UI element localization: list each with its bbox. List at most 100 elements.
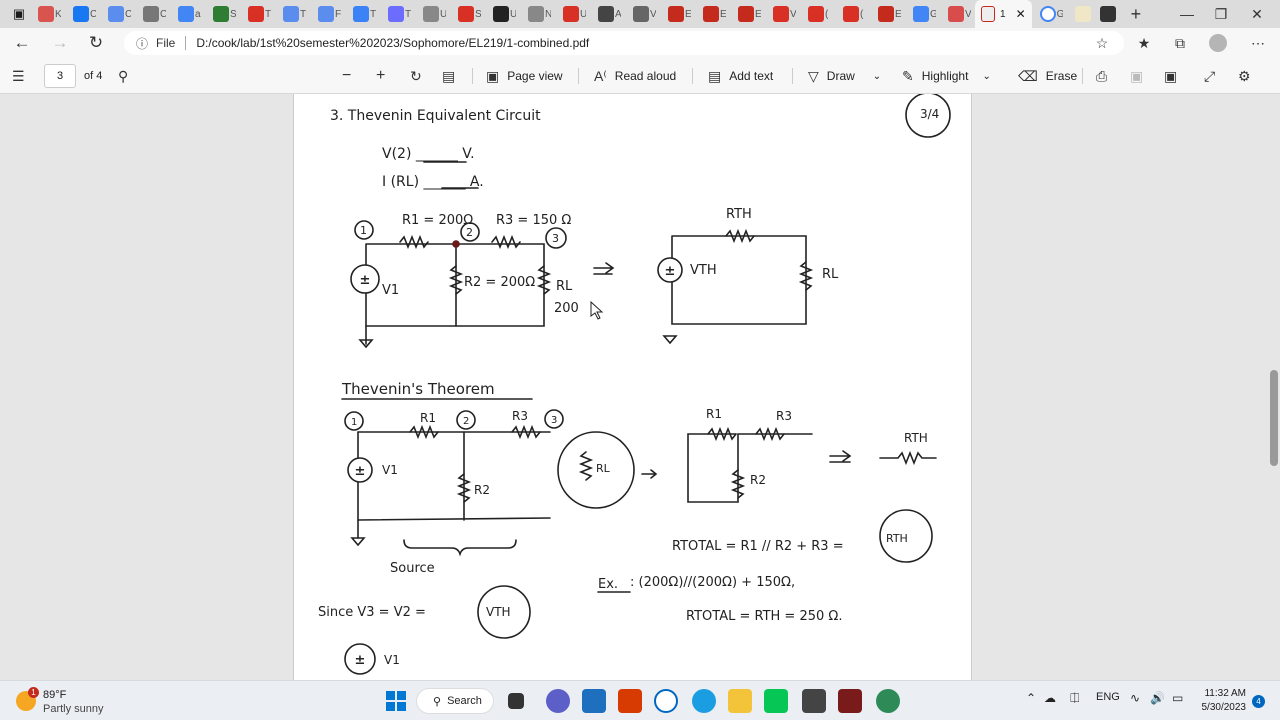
read-aloud-button[interactable]: A⁽ Read aloud xyxy=(594,64,676,88)
page-number: 3 xyxy=(56,70,64,82)
browser-tab[interactable]: K xyxy=(30,0,65,28)
browser-tab[interactable]: C xyxy=(65,0,100,28)
scrollbar-thumb[interactable] xyxy=(1270,370,1278,466)
store-icon[interactable] xyxy=(582,689,606,713)
add-text-button[interactable]: ▤ Add text xyxy=(708,64,773,88)
rotate-icon[interactable]: ↻ xyxy=(410,64,422,88)
fit-page-icon[interactable]: ▤ xyxy=(442,64,455,88)
rl-label: RL xyxy=(556,279,573,294)
globe-app-icon[interactable] xyxy=(876,689,900,713)
profile-avatar[interactable] xyxy=(1206,32,1230,54)
close-tab-icon[interactable]: ✕ xyxy=(1016,7,1026,21)
notification-badge[interactable]: 4 xyxy=(1252,695,1265,708)
page-view-button[interactable]: ▣ Page view xyxy=(486,64,563,88)
chevron-down-icon[interactable]: ⌄ xyxy=(873,71,881,82)
new-tab-button[interactable]: + xyxy=(1131,4,1142,25)
browser-tab[interactable]: A xyxy=(590,0,625,28)
tab-label: ( xyxy=(860,8,864,20)
line-app-icon[interactable] xyxy=(764,689,788,713)
browser-tab[interactable]: T xyxy=(240,0,275,28)
screen-tool-icon[interactable] xyxy=(838,689,862,713)
back-button[interactable]: ← xyxy=(10,32,34,54)
document-viewport[interactable]: 3. Thevenin Equivalent Circuit 3/4 V(2) … xyxy=(0,94,1280,680)
print-icon[interactable]: ⎙ xyxy=(1096,64,1107,88)
browser-tab[interactable]: E xyxy=(870,0,905,28)
browser-tab[interactable]: T xyxy=(380,0,415,28)
browser-tab[interactable]: U xyxy=(555,0,590,28)
battery-icon[interactable]: ▭ xyxy=(1172,691,1183,705)
browser-tab[interactable]: T xyxy=(345,0,380,28)
more-menu-icon[interactable]: ⋯ xyxy=(1246,32,1270,54)
contents-icon[interactable]: ☰ xyxy=(12,64,25,88)
microphone-icon[interactable]: ⎅ xyxy=(1070,691,1080,706)
weather-widget[interactable]: 1 89°F Partly sunny xyxy=(14,687,124,715)
tab-label: T xyxy=(265,8,271,20)
search-app-icon[interactable] xyxy=(654,689,678,713)
erase-button[interactable]: ⌫ Erase xyxy=(1018,64,1077,88)
browser-tab[interactable]: V xyxy=(765,0,800,28)
browser-tab[interactable]: C xyxy=(135,0,170,28)
rth-circle-label: RTH xyxy=(886,532,908,545)
browser-tab[interactable]: S xyxy=(205,0,240,28)
tray-chevron-up-icon[interactable]: ⌃ xyxy=(1026,691,1036,705)
browser-tab[interactable]: F xyxy=(310,0,345,28)
office-icon[interactable] xyxy=(618,689,642,713)
wifi-icon[interactable]: ∿ xyxy=(1130,691,1140,705)
browser-tab[interactable]: ( xyxy=(835,0,870,28)
zoom-out-icon[interactable]: − xyxy=(342,64,351,88)
info-icon[interactable]: ⓘ xyxy=(136,35,148,52)
settings-gear-icon[interactable]: ⚙ xyxy=(1238,64,1251,88)
browser-tab[interactable]: N xyxy=(520,0,555,28)
url-field[interactable]: ⓘ File D:/cook/lab/1st%20semester%202023… xyxy=(124,31,1124,55)
tab-next[interactable]: G xyxy=(1032,0,1067,28)
page-number-input[interactable]: 3 xyxy=(44,64,76,88)
browser-tab[interactable]: a xyxy=(170,0,205,28)
browser-tab[interactable]: S xyxy=(450,0,485,28)
browser-tab[interactable]: T xyxy=(275,0,310,28)
browser-tab[interactable]: E xyxy=(695,0,730,28)
task-view-icon[interactable] xyxy=(508,693,524,709)
edge-icon[interactable] xyxy=(692,689,716,713)
collections-icon[interactable]: ⧉ xyxy=(1168,32,1192,54)
tab-mono[interactable] xyxy=(1092,0,1117,28)
browser-tab[interactable]: G xyxy=(905,0,940,28)
browser-tab[interactable]: E xyxy=(660,0,695,28)
save-as-icon[interactable]: ▣ xyxy=(1164,64,1177,88)
browser-tab[interactable]: U xyxy=(485,0,520,28)
active-tab[interactable]: 1 ✕ xyxy=(975,0,1032,28)
chevron-down-icon[interactable]: ⌄ xyxy=(982,71,990,82)
chat-icon[interactable] xyxy=(546,689,570,713)
start-windows-icon[interactable] xyxy=(384,689,408,713)
tab-blank[interactable] xyxy=(1067,0,1092,28)
browser-tab[interactable]: ( xyxy=(800,0,835,28)
highlight-button[interactable]: ✎ Highlight ⌄ xyxy=(902,64,991,88)
fullscreen-icon[interactable]: ⤢ xyxy=(1204,64,1215,88)
taskbar-search-box[interactable]: ⚲ Search xyxy=(416,688,494,714)
browser-tab[interactable]: V xyxy=(940,0,975,28)
tab-actions-menu-icon[interactable]: ▣ xyxy=(8,3,30,25)
forward-button[interactable]: → xyxy=(48,32,72,54)
browser-tab[interactable]: C xyxy=(100,0,135,28)
file-explorer-icon[interactable] xyxy=(728,689,752,713)
favorites-icon[interactable]: ★ xyxy=(1132,32,1156,54)
volume-icon[interactable]: 🔊 xyxy=(1150,691,1165,705)
cloud-icon[interactable]: ☁ xyxy=(1044,691,1056,705)
find-icon[interactable]: ⚲ xyxy=(118,64,128,88)
refresh-button[interactable]: ↻ xyxy=(84,32,108,54)
browser-tab[interactable]: E xyxy=(730,0,765,28)
favorite-add-icon[interactable]: ☆ xyxy=(1090,32,1114,54)
close-window-button[interactable]: ✕ xyxy=(1234,0,1280,28)
zoom-in-icon[interactable]: + xyxy=(376,64,385,88)
save-icon[interactable]: ▣ xyxy=(1130,64,1143,88)
url-text[interactable]: D:/cook/lab/1st%20semester%202023/Sophom… xyxy=(196,36,589,50)
draw-button[interactable]: ▽ Draw ⌄ xyxy=(808,64,881,88)
page-count: of 4 xyxy=(84,70,103,82)
rl-circle-label: RL xyxy=(596,462,611,475)
language-indicator[interactable]: ENG xyxy=(1096,691,1120,703)
page-view-label: Page view xyxy=(507,69,563,83)
scrollbar[interactable] xyxy=(1268,94,1280,680)
clock[interactable]: 11:32 AM 5/30/2023 xyxy=(1196,687,1247,715)
app-icon[interactable] xyxy=(802,689,826,713)
browser-tab[interactable]: U xyxy=(415,0,450,28)
browser-tab[interactable]: V xyxy=(625,0,660,28)
